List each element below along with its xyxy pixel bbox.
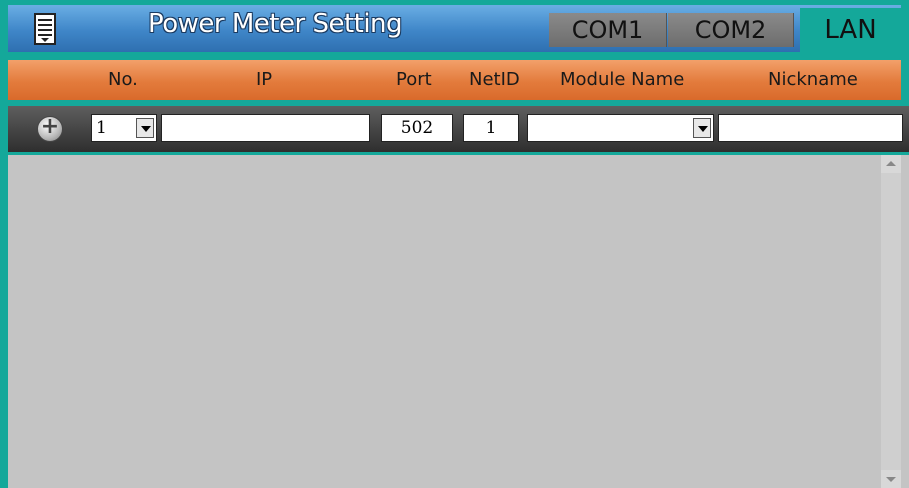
app-window: Power Meter Setting COM1 COM2 LAN No. IP… xyxy=(0,0,909,488)
chevron-down-icon[interactable] xyxy=(136,118,154,138)
scroll-down-icon[interactable] xyxy=(881,470,901,488)
scroll-track[interactable] xyxy=(881,173,901,470)
menu-list-icon[interactable] xyxy=(34,13,56,45)
ip-input[interactable] xyxy=(161,114,370,142)
module-name-select[interactable] xyxy=(527,114,714,142)
scroll-up-icon[interactable] xyxy=(881,155,901,173)
column-header-ip: IP xyxy=(256,69,273,90)
nickname-input[interactable] xyxy=(718,114,903,142)
tab-lan[interactable]: LAN xyxy=(800,8,901,52)
column-header-row: No. IP Port NetID Module Name Nickname xyxy=(8,60,901,100)
chevron-down-icon[interactable] xyxy=(693,118,711,138)
column-header-netid: NetID xyxy=(469,69,520,90)
tab-com2[interactable]: COM2 xyxy=(668,13,794,47)
column-header-port: Port xyxy=(396,69,432,90)
vertical-scrollbar[interactable] xyxy=(881,155,901,488)
netid-input[interactable]: 1 xyxy=(463,114,519,142)
no-select-value: 1 xyxy=(96,118,107,138)
new-entry-row: 1 502 1 xyxy=(8,106,909,152)
column-header-nickname: Nickname xyxy=(768,69,858,90)
page-title: Power Meter Setting xyxy=(148,9,403,39)
tab-com1[interactable]: COM1 xyxy=(549,13,667,47)
add-circle-icon[interactable] xyxy=(37,114,63,142)
column-header-module-name: Module Name xyxy=(560,69,685,90)
meter-list-area xyxy=(8,152,909,488)
port-input[interactable]: 502 xyxy=(381,114,453,142)
no-select[interactable]: 1 xyxy=(91,114,157,142)
column-header-no: No. xyxy=(108,69,138,90)
